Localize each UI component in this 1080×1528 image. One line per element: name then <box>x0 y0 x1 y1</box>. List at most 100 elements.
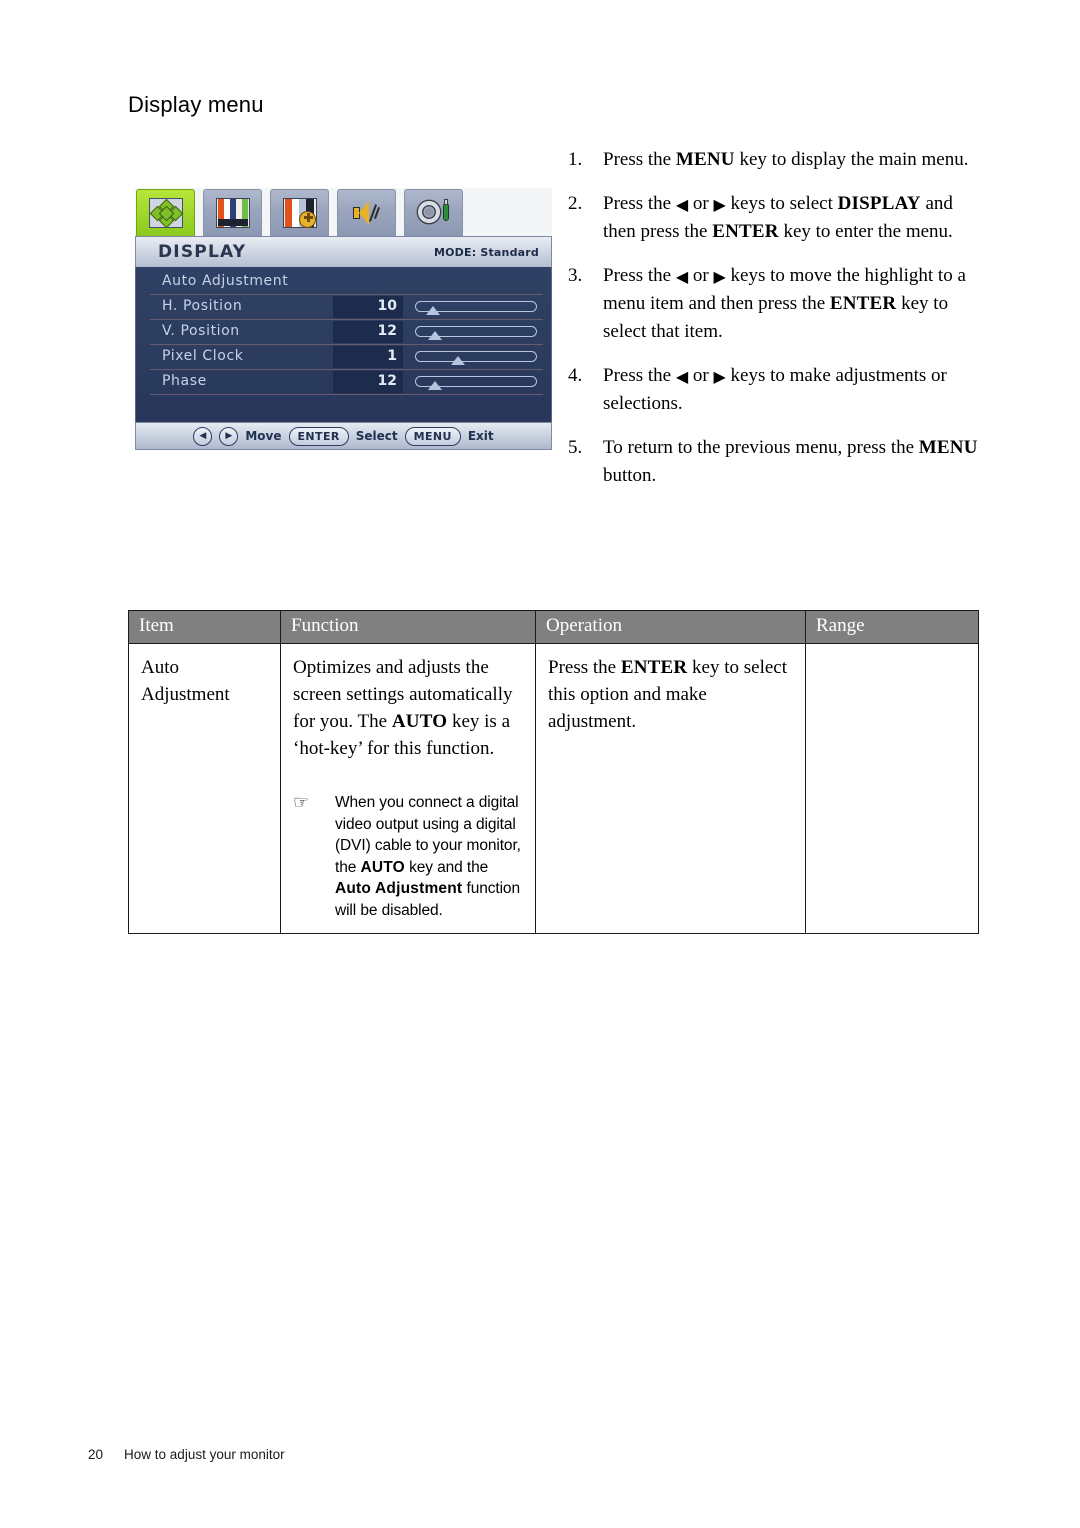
osd-slider-knob[interactable] <box>428 331 443 340</box>
osd-row-value: 12 <box>377 323 397 339</box>
settings-table: Item Function Operation Range Auto Adjus… <box>128 610 979 934</box>
step1-frag-0: Press the <box>603 149 676 170</box>
step-text: To return to the previous menu, press th… <box>603 437 978 486</box>
step4-frag-3: ▶ <box>713 369 726 386</box>
step5-frag-0: To return to the previous menu, press th… <box>603 437 919 458</box>
note-text: When you connect a digital video output … <box>335 794 521 919</box>
osd-row[interactable]: Pixel Clock 1 <box>136 345 553 370</box>
osd-row[interactable]: Phase 12 <box>136 370 553 395</box>
column-header-function: Function <box>280 610 536 644</box>
osd-menu-button[interactable]: MENU <box>404 426 461 446</box>
osd-item-list: Auto Adjustment H. Position 10 V. Position 1… <box>135 267 552 422</box>
osd-row-value-box: 10 <box>333 296 403 318</box>
step-text: Press the MENU key to display the main m… <box>603 149 968 170</box>
osd-enter-button[interactable]: ENTER <box>288 426 349 446</box>
instruction-step: 2. Press the ◀ or ▶ keys to select DISPLA… <box>568 190 980 246</box>
osd-row-label: V. Position <box>162 323 240 339</box>
picture-icon <box>215 198 250 228</box>
func-frag-1: AUTO <box>391 711 448 732</box>
osd-row[interactable]: V. Position 12 <box>136 320 553 345</box>
osd-row-value: 12 <box>377 373 397 389</box>
osd-select-label: Select <box>355 429 398 443</box>
step2-frag-3: ▶ <box>713 197 726 214</box>
osd-tab-strip <box>135 188 552 238</box>
osd-slider-knob[interactable] <box>428 381 443 390</box>
table-header-row: Item Function Operation Range <box>128 610 979 644</box>
osd-slider-knob[interactable] <box>425 306 440 315</box>
step-number: 4. <box>568 365 583 386</box>
osd-row[interactable]: Auto Adjustment <box>136 270 553 295</box>
step-text: Press the ◀ or ▶ keys to make adjustment… <box>603 365 947 414</box>
osd-exit-label: Exit <box>467 429 494 443</box>
cell-item: Auto Adjustment <box>141 657 230 705</box>
osd-row-value-box: 12 <box>333 371 403 393</box>
osd-row-slider[interactable] <box>415 301 537 315</box>
osd-row-label: Phase <box>162 373 207 389</box>
osd-tab-display[interactable] <box>136 189 195 236</box>
oper-frag-1: ENTER <box>620 657 688 678</box>
column-header-range: Range <box>805 610 979 644</box>
osd-row-value: 1 <box>387 348 397 364</box>
osd-row-label: H. Position <box>162 298 243 314</box>
osd-row[interactable]: H. Position 10 <box>136 295 553 320</box>
step-number: 1. <box>568 149 583 170</box>
osd-row-divider <box>150 394 543 395</box>
step5-frag-1: MENU <box>918 437 978 458</box>
osd-row-value: 10 <box>377 298 397 314</box>
step5-frag-2: button. <box>603 465 657 486</box>
osd-right-arrow-button[interactable]: ▶ <box>219 426 239 446</box>
column-header-operation: Operation <box>535 610 806 644</box>
osd-move-label: Move <box>245 429 282 443</box>
speaker-icon <box>350 198 384 228</box>
step3-frag-5: ENTER <box>829 293 897 314</box>
picture-advanced-icon <box>282 198 317 228</box>
instruction-step: 1. Press the MENU key to display the main… <box>568 146 980 174</box>
step4-frag-1: ◀ <box>675 369 689 386</box>
instruction-step: 3. Press the ◀ or ▶ keys to move the high… <box>568 262 980 346</box>
step2-frag-8: key to enter the menu. <box>778 221 953 242</box>
osd-hint-bar: ◀ ▶ Move ENTER Select MENU Exit <box>135 422 552 450</box>
osd-mode-label: MODE: Standard <box>433 246 539 259</box>
gear-icon <box>417 198 451 228</box>
osd-left-arrow-button[interactable]: ◀ <box>193 426 213 446</box>
step2-frag-2: or <box>688 193 714 214</box>
step2-frag-1: ◀ <box>675 197 689 214</box>
osd-title: DISPLAY <box>158 242 247 262</box>
cell-range <box>806 644 978 666</box>
osd-slider-knob[interactable] <box>451 356 465 365</box>
osd-tab-picture-advanced[interactable] <box>270 189 329 236</box>
osd-tab-audio[interactable] <box>337 189 396 236</box>
oper-frag-0: Press the <box>548 657 621 678</box>
step-number: 5. <box>568 437 583 458</box>
osd-row-value-box: 12 <box>333 321 403 343</box>
osd-title-bar: DISPLAY MODE: Standard <box>135 236 552 268</box>
osd-menu-screenshot: DISPLAY MODE: Standard Auto Adjustment H.… <box>135 188 552 460</box>
pointing-hand-icon: ☞ <box>293 792 310 813</box>
osd-row-slider[interactable] <box>415 351 537 365</box>
osd-row-value-box: 1 <box>333 346 403 368</box>
display-icon <box>148 198 183 229</box>
step1-frag-1: MENU <box>675 149 735 170</box>
step3-frag-1: ◀ <box>675 269 689 286</box>
cell-function: Optimizes and adjusts the screen setting… <box>281 644 535 933</box>
instruction-step: 5. To return to the previous menu, press … <box>568 434 980 490</box>
note-frag-1: AUTO <box>360 858 405 876</box>
note-block: ☞ When you connect a digital video output… <box>293 792 525 921</box>
step2-frag-0: Press the <box>603 193 676 214</box>
osd-row-label: Pixel Clock <box>162 348 244 364</box>
page-footer: 20 How to adjust your monitor <box>88 1447 285 1462</box>
footer-section-title: How to adjust your monitor <box>124 1447 285 1462</box>
step2-frag-5: DISPLAY <box>837 193 921 214</box>
osd-row-slider[interactable] <box>415 326 537 340</box>
step3-frag-2: or <box>688 265 714 286</box>
step3-frag-0: Press the <box>603 265 676 286</box>
note-frag-3: Auto Adjustment <box>335 880 463 897</box>
step1-frag-2: key to display the main menu. <box>734 149 969 170</box>
osd-row-label: Auto Adjustment <box>162 273 289 289</box>
step2-frag-4: keys to select <box>725 193 838 214</box>
column-header-item: Item <box>128 610 281 644</box>
osd-tab-system[interactable] <box>404 189 463 236</box>
footer-page-number: 20 <box>88 1447 104 1462</box>
osd-row-slider[interactable] <box>415 376 537 390</box>
osd-tab-picture[interactable] <box>203 189 262 236</box>
